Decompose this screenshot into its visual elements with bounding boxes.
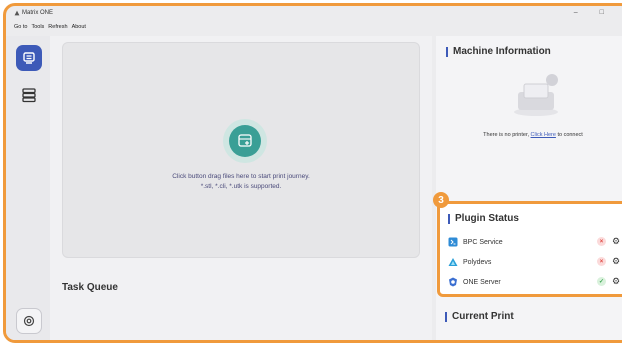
machine-info-title: Machine Information bbox=[453, 46, 551, 57]
empty-printer-illustration bbox=[514, 74, 558, 116]
settings-icon bbox=[23, 315, 35, 327]
ok-status-icon: ✓ bbox=[597, 277, 606, 286]
settings-button[interactable] bbox=[16, 308, 42, 334]
menu-goto[interactable]: Go to bbox=[14, 24, 27, 30]
plugin-status-header: Plugin Status bbox=[448, 213, 519, 224]
list-icon bbox=[22, 88, 36, 103]
plugin-row: ONE Server bbox=[448, 277, 501, 287]
sidebar-item-list[interactable] bbox=[16, 82, 42, 108]
plugin-name: Polydevs bbox=[463, 258, 492, 266]
dropzone-instruction: Click button drag files here to start pr… bbox=[172, 173, 310, 180]
dropzone-supported-formats: *.stl, *.cli, *.utk is supported. bbox=[200, 183, 282, 190]
minimize-button[interactable]: – bbox=[574, 9, 578, 16]
no-printer-message: There is no printer, Click Here to conne… bbox=[436, 132, 622, 138]
step-badge: 3 bbox=[433, 192, 449, 208]
one-server-icon bbox=[449, 277, 457, 287]
section-accent-bar bbox=[448, 213, 450, 224]
error-status-icon: × bbox=[597, 237, 606, 246]
maximize-button[interactable]: □ bbox=[600, 9, 604, 16]
plugin-row: BPC Service bbox=[448, 237, 503, 247]
section-accent-bar bbox=[445, 311, 447, 322]
plugin-status-title: Plugin Status bbox=[455, 213, 519, 224]
menu-about[interactable]: About bbox=[72, 24, 86, 30]
window-controls: – □ × bbox=[574, 9, 622, 16]
current-print-title: Current Print bbox=[452, 311, 514, 322]
no-printer-suffix: to connect bbox=[557, 132, 583, 138]
app-title-text: Matrix ONE bbox=[22, 10, 54, 16]
menu-refresh[interactable]: Refresh bbox=[48, 24, 67, 30]
bpc-service-icon bbox=[448, 237, 458, 247]
plugin-row: Polydevs bbox=[448, 257, 491, 267]
upload-button-inner bbox=[229, 125, 261, 157]
plugin-name: ONE Server bbox=[463, 278, 501, 286]
upload-button[interactable] bbox=[223, 119, 267, 163]
plugin-name: BPC Service bbox=[463, 238, 503, 246]
no-printer-text: There is no printer, bbox=[483, 132, 530, 138]
printer-icon bbox=[23, 52, 35, 64]
app-title: Matrix ONE bbox=[14, 10, 53, 16]
file-dropzone[interactable]: Click button drag files here to start pr… bbox=[62, 42, 420, 258]
sidebar bbox=[6, 36, 50, 340]
gear-icon[interactable]: ⚙ bbox=[612, 276, 620, 287]
machine-info-header: Machine Information bbox=[446, 46, 551, 57]
menu-tools[interactable]: Tools bbox=[31, 24, 44, 30]
logo-icon bbox=[14, 10, 20, 16]
task-queue-title: Task Queue bbox=[62, 282, 118, 293]
error-status-icon: × bbox=[597, 257, 606, 266]
sidebar-item-printer[interactable] bbox=[16, 45, 42, 71]
gear-icon[interactable]: ⚙ bbox=[612, 236, 620, 247]
main-panel: Click button drag files here to start pr… bbox=[50, 36, 432, 340]
connect-printer-link[interactable]: Click Here bbox=[531, 132, 556, 138]
menu-bar: Go to Tools Refresh About bbox=[14, 24, 86, 30]
gear-icon[interactable]: ⚙ bbox=[612, 256, 620, 267]
upload-icon bbox=[238, 134, 252, 147]
section-accent-bar bbox=[446, 46, 448, 57]
plugin-status-card: Plugin Status BPC Service × ⚙ Polydevs ×… bbox=[437, 201, 622, 297]
title-bar: Matrix ONE – □ × bbox=[6, 6, 622, 22]
current-print-header: Current Print bbox=[445, 311, 514, 322]
polydevs-icon bbox=[448, 258, 458, 266]
